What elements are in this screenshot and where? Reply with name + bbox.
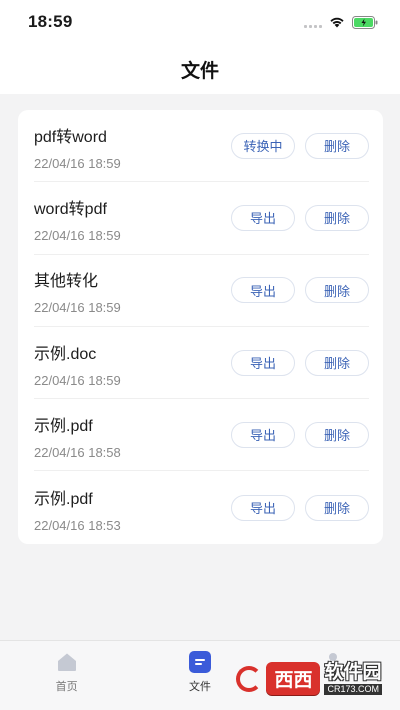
file-info: 示例.doc 22/04/16 18:59 bbox=[34, 338, 121, 388]
file-name: pdf转word bbox=[34, 128, 107, 146]
tab-label: 首页 bbox=[55, 681, 78, 693]
list-item: 示例.pdf 22/04/16 18:53 导出 删除 bbox=[34, 471, 369, 543]
file-name: word转pdf bbox=[34, 200, 107, 218]
file-info: 示例.pdf 22/04/16 18:53 bbox=[34, 483, 121, 533]
file-date: 22/04/16 18:53 bbox=[34, 517, 121, 533]
export-button[interactable]: 导出 bbox=[231, 494, 295, 521]
file-info: 其他转化 22/04/16 18:59 bbox=[34, 265, 121, 315]
status-bar: 18:59 bbox=[0, 0, 400, 44]
list-item: 示例.doc 22/04/16 18:59 导出 删除 bbox=[34, 327, 369, 400]
file-list: pdf转word 22/04/16 18:59 转换中 删除 word转pdf … bbox=[18, 110, 383, 544]
file-actions: 导出 删除 bbox=[231, 494, 369, 521]
delete-button[interactable]: 删除 bbox=[305, 132, 369, 159]
file-name: 示例.pdf bbox=[34, 417, 93, 435]
delete-button[interactable]: 删除 bbox=[305, 494, 369, 521]
battery-icon bbox=[352, 15, 378, 29]
watermark-text: 软件园 CR173.COM bbox=[324, 663, 382, 695]
tab-label: 文件 bbox=[188, 681, 211, 693]
delete-button[interactable]: 删除 bbox=[305, 349, 369, 376]
list-item: 示例.pdf 22/04/16 18:58 导出 删除 bbox=[34, 399, 369, 472]
file-actions: 导出 删除 bbox=[231, 349, 369, 376]
file-name: 其他转化 bbox=[34, 273, 99, 291]
delete-button[interactable]: 删除 bbox=[305, 204, 369, 231]
file-date: 22/04/16 18:59 bbox=[34, 372, 121, 388]
file-info: pdf转word 22/04/16 18:59 bbox=[34, 121, 121, 171]
tab-home[interactable]: 首页 bbox=[17, 651, 117, 710]
watermark-badge: 西西 bbox=[266, 662, 321, 695]
file-name: 示例.doc bbox=[34, 345, 97, 363]
status-icons bbox=[304, 15, 378, 29]
file-info: word转pdf 22/04/16 18:59 bbox=[34, 193, 121, 243]
file-name: 示例.pdf bbox=[34, 490, 93, 508]
tab-files[interactable]: 文件 bbox=[150, 651, 250, 710]
file-icon bbox=[188, 651, 211, 673]
file-actions: 导出 删除 bbox=[231, 277, 369, 304]
delete-button[interactable]: 删除 bbox=[305, 277, 369, 304]
signal-icon bbox=[304, 16, 322, 28]
file-info: 示例.pdf 22/04/16 18:58 bbox=[34, 410, 121, 460]
nav-bar: 文件 bbox=[0, 44, 400, 94]
export-button[interactable]: 导出 bbox=[231, 277, 295, 304]
delete-button[interactable]: 删除 bbox=[305, 421, 369, 448]
watermark: 西西 软件园 CR173.COM bbox=[236, 662, 382, 695]
file-date: 22/04/16 18:58 bbox=[34, 444, 121, 460]
file-actions: 导出 删除 bbox=[231, 204, 369, 231]
watermark-main: 软件园 bbox=[324, 661, 382, 683]
file-date: 22/04/16 18:59 bbox=[34, 227, 121, 243]
export-button[interactable]: 导出 bbox=[231, 204, 295, 231]
watermark-sub: CR173.COM bbox=[324, 683, 382, 695]
export-button[interactable]: 导出 bbox=[231, 349, 295, 376]
file-actions: 导出 删除 bbox=[231, 421, 369, 448]
status-time: 18:59 bbox=[28, 12, 73, 31]
file-date: 22/04/16 18:59 bbox=[34, 300, 121, 316]
list-item: 其他转化 22/04/16 18:59 导出 删除 bbox=[34, 255, 369, 327]
page-title: 文件 bbox=[180, 60, 219, 82]
file-actions: 转换中 删除 bbox=[231, 132, 369, 159]
home-icon bbox=[57, 653, 76, 671]
converting-button[interactable]: 转换中 bbox=[231, 132, 295, 159]
list-item: word转pdf 22/04/16 18:59 导出 删除 bbox=[34, 182, 369, 255]
list-item: pdf转word 22/04/16 18:59 转换中 删除 bbox=[34, 110, 369, 183]
wifi-icon bbox=[329, 16, 345, 28]
file-date: 22/04/16 18:59 bbox=[34, 155, 121, 171]
export-button[interactable]: 导出 bbox=[231, 421, 295, 448]
watermark-logo-icon bbox=[236, 665, 263, 692]
